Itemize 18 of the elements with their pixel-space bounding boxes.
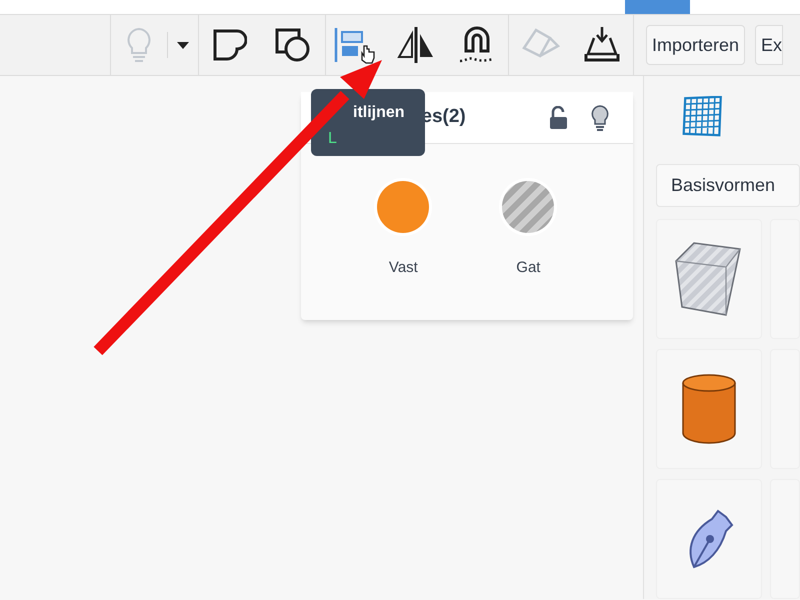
import-button[interactable]: Importeren xyxy=(646,25,746,65)
mirror-icon[interactable] xyxy=(396,26,436,64)
caret-icon[interactable] xyxy=(176,40,190,50)
cylinder-drawing xyxy=(681,373,737,445)
swatch-label: Vast xyxy=(388,258,418,278)
shape-tile[interactable] xyxy=(656,349,762,469)
swatch-label: Gat xyxy=(516,258,540,278)
lightbulb-icon[interactable] xyxy=(591,104,610,130)
category-dropdown[interactable]: Basisvormen xyxy=(656,164,800,207)
unlocked-padlock-icon[interactable] xyxy=(549,106,570,130)
shape-tile[interactable] xyxy=(656,479,762,599)
export-button[interactable]: Ex xyxy=(755,25,784,65)
shortcut-key: L xyxy=(328,129,337,149)
group-shape-icon[interactable] xyxy=(213,29,247,61)
shape-tile[interactable] xyxy=(656,219,762,339)
tooltip-title: itlijnen xyxy=(353,103,405,123)
drop-to-workplane-icon[interactable] xyxy=(584,26,620,64)
square-circle-icon[interactable] xyxy=(275,28,311,62)
